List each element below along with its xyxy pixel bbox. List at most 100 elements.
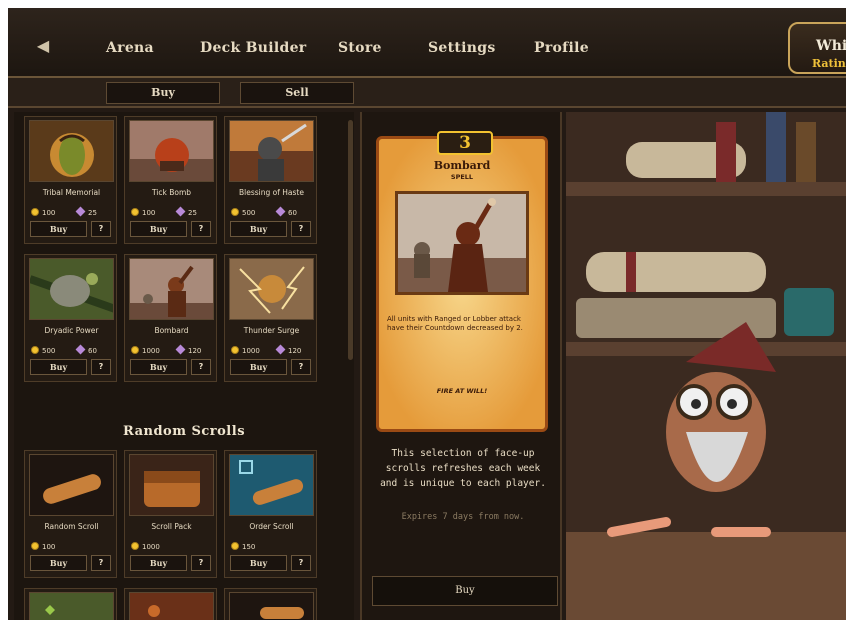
shard-icon — [175, 344, 186, 355]
shard-icon — [75, 206, 86, 217]
scroll-card-tick-bomb[interactable]: Tick Bomb 100 25 Buy ? — [124, 116, 217, 244]
scroll-art — [29, 454, 114, 516]
nav-arena[interactable]: Arena — [106, 40, 154, 56]
expiry-text: Expires 7 days from now. — [401, 512, 525, 522]
scroll-card-scroll-pack[interactable]: Scroll Pack 1000 Buy ? — [124, 450, 217, 578]
scroll-card-tribal-memorial[interactable]: Tribal Memorial 100 25 Buy ? — [24, 116, 117, 244]
gold-coin-icon — [31, 208, 39, 216]
gold-coin-icon — [231, 542, 239, 550]
rating-label: Rating — [812, 57, 846, 70]
scroll-type: SPELL — [450, 173, 474, 181]
nav-store[interactable]: Store — [338, 40, 382, 56]
info-button[interactable]: ? — [91, 555, 111, 571]
scroll-card-partial[interactable] — [24, 588, 117, 620]
offer-description: This selection of face-up scrolls refres… — [380, 448, 546, 489]
gold-coin-icon — [31, 542, 39, 550]
shard-price: 120 — [275, 344, 301, 355]
game-window: ◀ Arena Deck Builder Store Settings Prof… — [8, 8, 846, 620]
buy-button[interactable]: Buy — [130, 359, 187, 375]
tab-sell[interactable]: Sell — [240, 82, 354, 104]
scroll-name: Random Scroll — [44, 522, 99, 531]
info-button[interactable]: ? — [191, 221, 211, 237]
gold-coin-icon — [131, 208, 139, 216]
selected-scroll-card: 3 Bombard SPELL All units with Ranged or… — [376, 131, 548, 432]
buy-button[interactable]: Buy — [230, 221, 287, 237]
scroll-card-partial[interactable] — [124, 588, 217, 620]
shard-price: 60 — [275, 206, 297, 217]
scroll-detail-panel: 3 Bombard SPELL All units with Ranged or… — [360, 112, 562, 620]
buy-button[interactable]: Buy — [130, 555, 187, 571]
scroll-art — [129, 120, 214, 182]
gold-price: 100 — [31, 208, 55, 217]
scroll-card-bombard[interactable]: Bombard 1000 120 Buy ? — [124, 254, 217, 382]
info-button[interactable]: ? — [291, 221, 311, 237]
scroll-card-dryadic-power[interactable]: Dryadic Power 500 60 Buy ? — [24, 254, 117, 382]
buy-button[interactable]: Buy — [230, 555, 287, 571]
info-button[interactable]: ? — [91, 359, 111, 375]
cost-badge: 3 — [437, 131, 493, 155]
shopkeeper-scene — [566, 112, 846, 620]
shard-price: 120 — [175, 344, 201, 355]
scroll-card-blessing-of-haste[interactable]: Blessing of Haste 500 60 Buy ? — [224, 116, 317, 244]
cost-value: 3 — [459, 133, 471, 153]
info-button[interactable]: ? — [291, 555, 311, 571]
gold-price: 1000 — [231, 346, 260, 355]
info-button[interactable]: ? — [191, 555, 211, 571]
scroll-name: Blessing of Haste — [239, 188, 304, 197]
info-button[interactable]: ? — [191, 359, 211, 375]
scroll-art — [229, 592, 314, 620]
scroll-art — [229, 120, 314, 182]
player-rating-panel[interactable]: White Rating — [788, 22, 846, 74]
scroll-flavor-text: FIRE AT WILL! — [436, 387, 488, 395]
scroll-art — [29, 258, 114, 320]
scroll-card-random-scroll[interactable]: Random Scroll 100 Buy ? — [24, 450, 117, 578]
random-scrolls-heading: Random Scrolls — [122, 424, 246, 439]
scroll-name: Thunder Surge — [243, 326, 300, 335]
gold-price: 500 — [231, 208, 255, 217]
gold-price: 1000 — [131, 346, 160, 355]
scroll-art — [29, 120, 114, 182]
scroll-art — [129, 592, 214, 620]
buy-button[interactable]: Buy — [130, 221, 187, 237]
scroll-rules-text: All units with Ranged or Lobber attack h… — [387, 315, 523, 332]
gold-price: 1000 — [131, 542, 160, 551]
scroll-name: Bombard — [154, 326, 189, 335]
scroll-illustration — [395, 191, 529, 295]
info-button[interactable]: ? — [91, 221, 111, 237]
gold-coin-icon — [131, 346, 139, 354]
scroll-name: Order Scroll — [249, 522, 294, 531]
detail-buy-button[interactable]: Buy — [372, 576, 558, 606]
nav-settings[interactable]: Settings — [428, 40, 496, 56]
tab-buy[interactable]: Buy — [106, 82, 220, 104]
scroll-art — [129, 454, 214, 516]
shard-icon — [75, 344, 86, 355]
back-icon[interactable]: ◀ — [32, 38, 54, 54]
scroll-name: Dryadic Power — [44, 326, 99, 335]
shard-icon — [275, 206, 286, 217]
shard-price: 25 — [175, 206, 197, 217]
gold-price: 150 — [231, 542, 255, 551]
gold-coin-icon — [31, 346, 39, 354]
gold-coin-icon — [131, 542, 139, 550]
scroll-art — [229, 454, 314, 516]
buy-button[interactable]: Buy — [30, 555, 87, 571]
buy-button[interactable]: Buy — [30, 359, 87, 375]
scroll-card-order-scroll[interactable]: Order Scroll 150 Buy ? — [224, 450, 317, 578]
gold-price: 500 — [31, 346, 55, 355]
buy-sell-tabbar: Buy Sell — [8, 78, 846, 108]
grid-scrollbar[interactable] — [348, 120, 353, 360]
scroll-art — [129, 258, 214, 320]
shopkeeper-illustration — [566, 112, 846, 620]
buy-button[interactable]: Buy — [30, 221, 87, 237]
gold-coin-icon — [231, 346, 239, 354]
info-button[interactable]: ? — [291, 359, 311, 375]
nav-profile[interactable]: Profile — [534, 40, 589, 56]
nav-deck-builder[interactable]: Deck Builder — [200, 40, 306, 56]
scroll-name: Tick Bomb — [151, 188, 192, 197]
scroll-card-partial[interactable] — [224, 588, 317, 620]
scroll-card-thunder-surge[interactable]: Thunder Surge 1000 120 Buy ? — [224, 254, 317, 382]
buy-button[interactable]: Buy — [230, 359, 287, 375]
scroll-name: Scroll Pack — [151, 522, 192, 531]
scroll-grid-panel: Tribal Memorial 100 25 Buy ? Tick Bomb 1… — [14, 112, 354, 620]
player-name: White — [816, 38, 846, 54]
